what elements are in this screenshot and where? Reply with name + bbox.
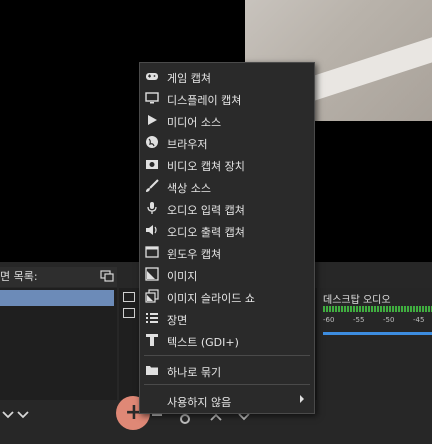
remove-source-button[interactable] <box>152 414 162 416</box>
speaker-icon <box>146 225 157 235</box>
menu-item-display-capture[interactable]: 디스플레이 캡쳐 <box>140 88 314 110</box>
menu-separator <box>144 355 310 356</box>
camera-icon <box>146 160 158 169</box>
menu-item-image-slideshow[interactable]: 이미지 슬라이드 쇼 <box>140 286 314 308</box>
menu-item-deprecated[interactable]: 사용하지 않음 <box>140 390 314 412</box>
microphone-icon <box>147 202 157 214</box>
audio-tick: -55 <box>353 316 365 324</box>
gamepad-icon <box>146 73 158 80</box>
menu-item-video-capture[interactable]: 비디오 캡쳐 장치 <box>140 154 314 176</box>
undock-icon[interactable] <box>100 270 114 282</box>
menu-item-label: 색상 소스 <box>167 182 211 195</box>
menu-item-game-capture[interactable]: 게임 캡쳐 <box>140 66 314 88</box>
menu-item-audio-output[interactable]: 오디오 출력 캡쳐 <box>140 220 314 242</box>
menu-item-label: 이미지 <box>167 270 198 283</box>
menu-item-label: 사용하지 않음 <box>167 396 232 409</box>
source-window-icon <box>123 292 135 302</box>
scenes-panel-title: 면 목록: <box>0 270 38 283</box>
slideshow-icon <box>145 289 159 303</box>
globe-icon <box>146 136 158 148</box>
play-icon <box>148 115 157 125</box>
scene-list-item-selected[interactable] <box>0 290 114 306</box>
menu-item-color-source[interactable]: 색상 소스 <box>140 176 314 198</box>
image-icon <box>145 267 159 281</box>
submenu-arrow-icon <box>300 395 304 403</box>
volume-slider[interactable] <box>323 332 432 335</box>
menu-item-label: 이미지 슬라이드 쇼 <box>167 292 255 305</box>
menu-item-audio-input[interactable]: 오디오 입력 캡쳐 <box>140 198 314 220</box>
menu-item-label: 오디오 출력 캡쳐 <box>167 226 245 239</box>
gear-icon[interactable] <box>178 412 192 426</box>
audio-meter-ticks: -60 -55 -50 -45 <box>323 316 432 326</box>
chevron-down-icon[interactable] <box>17 410 29 420</box>
menu-item-label: 텍스트 (GDI+) <box>167 336 239 349</box>
folder-icon <box>146 366 158 375</box>
add-source-context-menu: 게임 캡쳐 디스플레이 캡쳐 미디어 소스 브라우저 비디오 캡쳐 장치 색상 … <box>139 62 315 414</box>
menu-item-label: 디스플레이 캡쳐 <box>167 94 242 107</box>
brush-icon <box>146 179 159 192</box>
audio-device-name: 데스크탑 오디오 <box>323 295 391 306</box>
source-monitor-icon <box>123 308 135 318</box>
menu-item-label: 윈도우 캡쳐 <box>167 248 222 261</box>
menu-item-label: 미디어 소스 <box>167 116 222 129</box>
menu-item-image[interactable]: 이미지 <box>140 264 314 286</box>
menu-item-label: 오디오 입력 캡쳐 <box>167 204 245 217</box>
menu-item-label: 게임 캡쳐 <box>167 72 211 85</box>
audio-tick: -50 <box>383 316 395 324</box>
monitor-icon <box>145 92 159 104</box>
menu-item-label: 하나로 묶기 <box>167 366 222 379</box>
list-icon <box>146 313 158 323</box>
window-icon <box>145 246 159 258</box>
chevron-down-icon[interactable] <box>2 410 14 420</box>
menu-item-label: 장면 <box>167 314 188 327</box>
menu-item-window-capture[interactable]: 윈도우 캡쳐 <box>140 242 314 264</box>
menu-item-browser[interactable]: 브라우저 <box>140 132 314 154</box>
audio-level-meter <box>323 306 432 312</box>
menu-item-label: 브라우저 <box>167 138 208 151</box>
menu-separator <box>144 384 310 385</box>
audio-tick: -45 <box>413 316 425 324</box>
menu-item-text-gdi[interactable]: 텍스트 (GDI+) <box>140 330 314 352</box>
text-icon <box>146 334 158 346</box>
menu-item-label: 비디오 캡쳐 장치 <box>167 160 245 173</box>
menu-item-scene[interactable]: 장면 <box>140 308 314 330</box>
menu-item-group[interactable]: 하나로 묶기 <box>140 360 314 382</box>
menu-item-media-source[interactable]: 미디어 소스 <box>140 110 314 132</box>
audio-tick: -60 <box>323 316 335 324</box>
